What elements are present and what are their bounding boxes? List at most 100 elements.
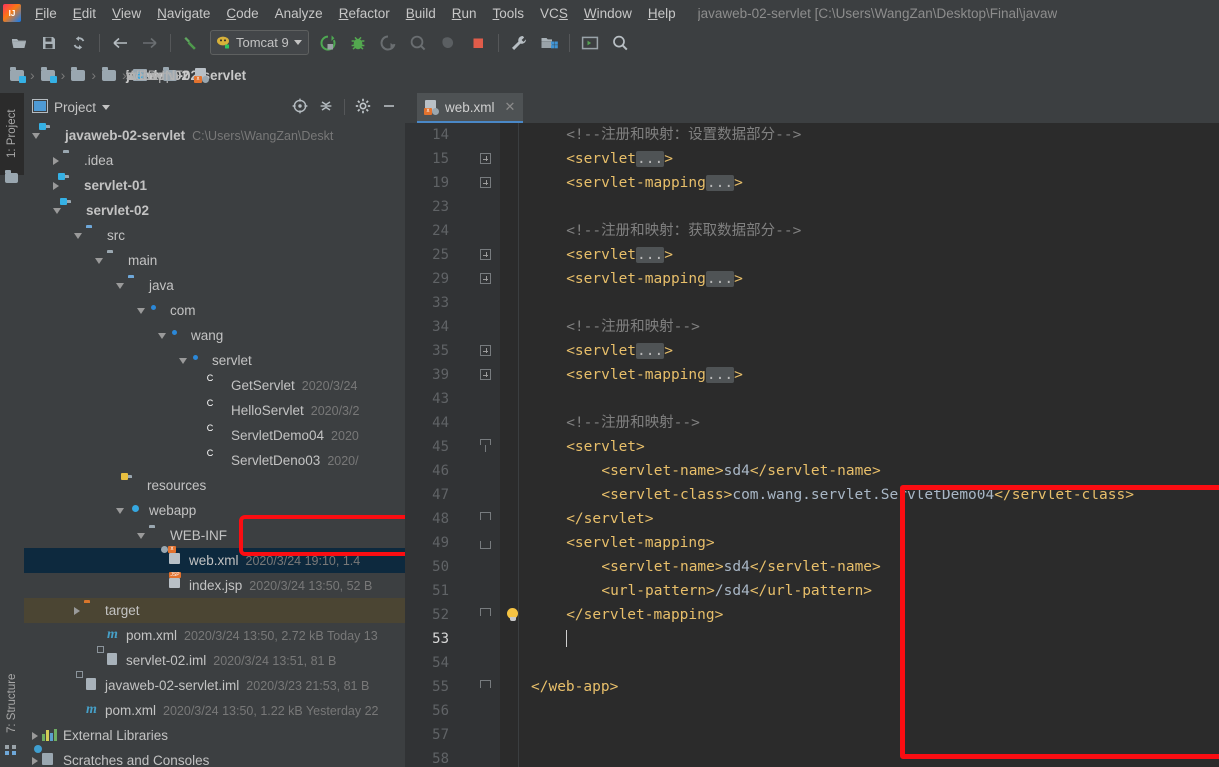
tree-node-servlet-01[interactable]: servlet-01 [24,172,405,198]
arrow-back-icon[interactable] [105,30,135,56]
menu-item-code[interactable]: Code [218,3,266,24]
line-number[interactable]: 48 [405,507,449,531]
tree-toggle-down-icon[interactable] [116,282,124,289]
line-number[interactable]: 57 [405,723,449,747]
menu-item-analyze[interactable]: Analyze [267,3,331,24]
tree-node-external-libraries[interactable]: External Libraries [24,723,405,748]
line-number[interactable]: 52 [405,603,449,627]
tree-node-wang[interactable]: wang [24,323,405,348]
project-structure-icon[interactable] [534,30,564,56]
tree-node-resources[interactable]: resources [24,472,405,498]
tree-node-target[interactable]: target [24,598,405,623]
code-line-48[interactable]: 48 </servlet> [405,507,1219,531]
code-line-55[interactable]: 55 </web-app> [405,675,1219,699]
tree-node-main[interactable]: main [24,248,405,273]
line-number[interactable]: 58 [405,747,449,767]
tree-node-javaweb-02-servlet[interactable]: javaweb-02-servlet C:\Users\WangZan\Deskt [24,123,405,148]
code-line-51[interactable]: 51 <url-pattern>/sd4</url-pattern> [405,579,1219,603]
code-line-29[interactable]: 29 <servlet-mapping...> [405,267,1219,291]
code-line-57[interactable]: 57 [405,723,1219,747]
collapse-all-icon[interactable] [318,98,334,117]
code-line-25[interactable]: 25 <servlet...> [405,243,1219,267]
code-line-52[interactable]: 52 </servlet-mapping> [405,603,1219,627]
code-line-53[interactable]: 53 [405,627,1219,651]
code-line-49[interactable]: 49 <servlet-mapping> [405,531,1219,555]
code-line-34[interactable]: 34 <!--注册和映射--> [405,315,1219,339]
line-number[interactable]: 25 [405,243,449,267]
menu-item-window[interactable]: Window [576,3,640,24]
tree-node-src[interactable]: src [24,223,405,248]
line-number[interactable]: 50 [405,555,449,579]
tree-node-pom-xml[interactable]: m pom.xml 2020/3/24 13:50, 1.22 kB Yesterd… [24,698,405,723]
search-everywhere-icon[interactable] [605,30,635,56]
tree-toggle-down-icon[interactable] [137,307,145,314]
gear-icon[interactable] [355,98,371,117]
sync-icon[interactable] [64,30,94,56]
menu-item-view[interactable]: View [104,3,149,24]
marker-scrollbar[interactable] [1206,155,1219,767]
intention-bulb-icon[interactable] [506,608,519,623]
breadcrumb-item-javaweb-02-servlet[interactable]: javaweb-02-servlet [6,66,246,83]
menu-item-vcs[interactable]: VCS [532,3,576,24]
line-number[interactable]: 51 [405,579,449,603]
project-tree[interactable]: javaweb-02-servlet C:\Users\WangZan\Deskt… [24,123,405,767]
fold-region-top-icon[interactable] [480,512,491,520]
tree-toggle-down-icon[interactable] [95,257,103,264]
menu-item-refactor[interactable]: Refactor [331,3,398,24]
code-line-15[interactable]: 15 <servlet...> [405,147,1219,171]
editor-tab-webxml[interactable]: x web.xml ✕ [417,93,524,123]
line-number[interactable]: 53 [405,627,449,651]
tree-toggle-down-icon[interactable] [179,357,187,364]
chevron-down-icon[interactable] [102,104,111,110]
line-number[interactable]: 19 [405,171,449,195]
code-line-19[interactable]: 19 <servlet-mapping...> [405,171,1219,195]
line-number[interactable]: 14 [405,123,449,147]
fold-expand-icon[interactable] [480,273,491,284]
code-line-24[interactable]: 24 <!--注册和映射：获取数据部分--> [405,219,1219,243]
menu-item-file[interactable]: File [27,3,65,24]
tree-node-webapp[interactable]: webapp [24,498,405,523]
line-number[interactable]: 55 [405,675,449,699]
menu-item-tools[interactable]: Tools [485,3,533,24]
menu-item-navigate[interactable]: Navigate [149,3,218,24]
tree-toggle-right-icon[interactable] [32,731,38,740]
line-number[interactable]: 49 [405,531,449,555]
code-line-35[interactable]: 35 <servlet...> [405,339,1219,363]
tree-node-helloservlet[interactable]: HelloServlet 2020/3/2 [24,398,405,423]
tree-node-servletdeno03[interactable]: ServletDeno03 2020/ [24,448,405,473]
tree-toggle-right-icon[interactable] [74,606,80,615]
breadcrumb-item-src[interactable]: src [67,66,144,83]
menu-item-build[interactable]: Build [398,3,444,24]
debug-bug-icon[interactable] [343,30,373,56]
hammer-build-icon[interactable] [176,30,206,56]
tree-toggle-down-icon[interactable] [74,232,82,239]
line-number[interactable]: 44 [405,411,449,435]
close-icon[interactable]: ✕ [505,99,516,115]
tree-toggle-down-icon[interactable] [158,332,166,339]
line-number[interactable]: 56 [405,699,449,723]
tree-node--idea[interactable]: .idea [24,148,405,173]
line-number[interactable]: 24 [405,219,449,243]
line-number[interactable]: 45 [405,435,449,459]
code-line-44[interactable]: 44 <!--注册和映射--> [405,411,1219,435]
fold-region-bottom-icon[interactable] [480,541,491,549]
tree-node-servlet[interactable]: servlet [24,348,405,373]
tree-node-web-xml[interactable]: x web.xml 2020/3/24 19:10, 1.4 [24,545,405,573]
breadcrumb-item-main[interactable]: main [98,66,155,83]
code-view[interactable]: 14 <!--注册和映射：设置数据部分--> 15 <servlet...> 19 <se… [405,123,1219,767]
menu-item-run[interactable]: Run [444,3,485,24]
tree-toggle-down-icon[interactable] [32,132,40,139]
line-number[interactable]: 46 [405,459,449,483]
tree-node-web-inf[interactable]: WEB-INF [24,523,405,548]
menu-item-help[interactable]: Help [640,3,684,24]
line-number[interactable]: 47 [405,483,449,507]
fold-expand-icon[interactable] [480,177,491,188]
tree-node-javaweb-02-servlet-iml[interactable]: javaweb-02-servlet.iml 2020/3/23 21:53, 8… [24,670,405,698]
code-line-50[interactable]: 50 <servlet-name>sd4</servlet-name> [405,555,1219,579]
code-line-58[interactable]: 58 [405,747,1219,767]
fold-region-top-icon[interactable] [480,680,491,688]
open-folder-icon[interactable] [4,30,34,56]
tree-toggle-right-icon[interactable] [53,181,59,190]
save-icon[interactable] [34,30,64,56]
tree-node-pom-xml[interactable]: m pom.xml 2020/3/24 13:50, 2.72 kB Today 1… [24,623,405,648]
